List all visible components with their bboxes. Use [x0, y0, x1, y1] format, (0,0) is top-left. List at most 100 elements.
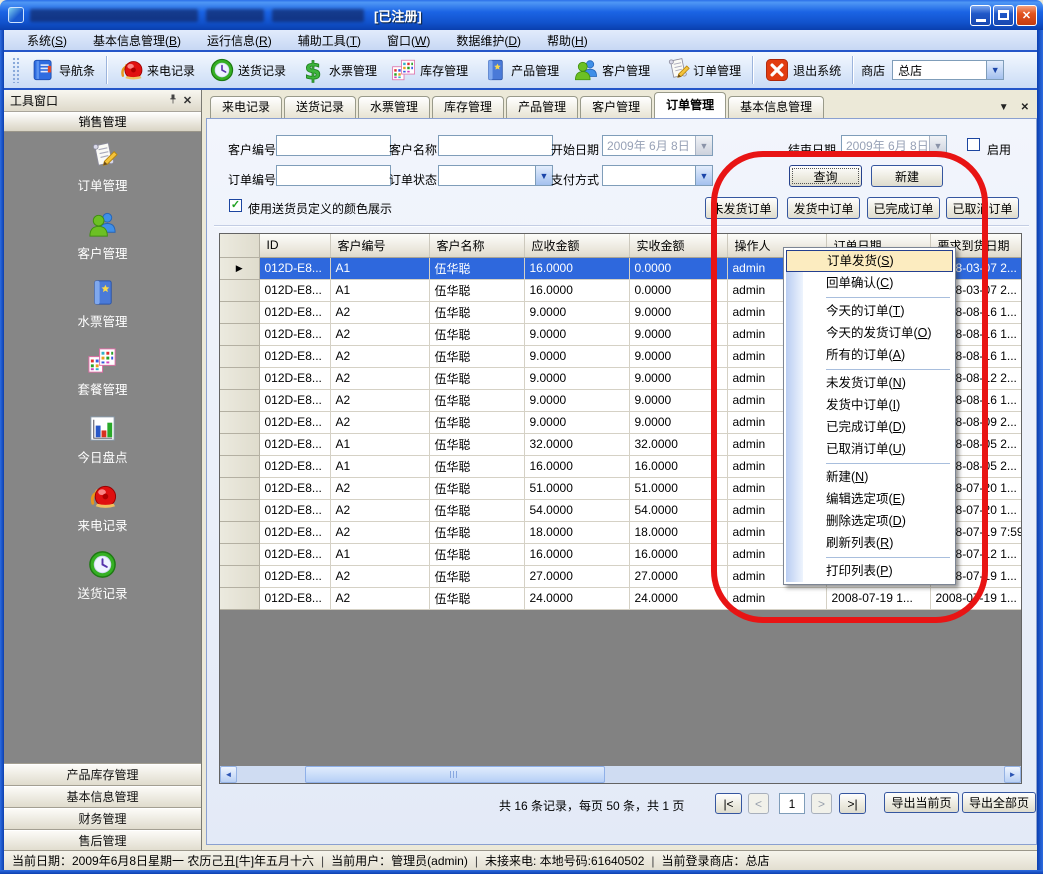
enable-date-checkbox[interactable]	[967, 138, 980, 151]
tab-7[interactable]: 订单管理	[654, 92, 726, 118]
column-header[interactable]: 客户编号	[330, 234, 429, 257]
minimize-button[interactable]	[970, 5, 991, 26]
context-menu-item[interactable]: 今天的订单(T)	[786, 300, 953, 322]
context-menu-item[interactable]: 刷新列表(R)	[786, 532, 953, 554]
sidebar-section-bar[interactable]: 财务管理	[4, 808, 201, 830]
row-selector[interactable]: ▶	[220, 257, 259, 279]
scroll-right-icon[interactable]: ►	[1004, 766, 1021, 783]
row-selector[interactable]	[220, 587, 259, 609]
maximize-button[interactable]	[993, 5, 1014, 26]
pin-icon[interactable]	[165, 93, 180, 108]
toolbar-button-bell[interactable]: 来电记录	[111, 55, 202, 85]
row-selector[interactable]	[220, 521, 259, 543]
status-filter-button[interactable]: 未发货订单	[705, 197, 778, 219]
menubar-item[interactable]: 数据维护(D)	[443, 32, 534, 49]
sidebar-item[interactable]: 客户管理	[77, 209, 127, 262]
toolbar-button-people[interactable]: 客户管理	[566, 55, 657, 85]
export-current-page-button[interactable]: 导出当前页	[884, 792, 959, 813]
row-selector[interactable]	[220, 323, 259, 345]
sidebar-section-sales[interactable]: 销售管理	[4, 112, 201, 132]
tab-6[interactable]: 客户管理	[580, 96, 652, 118]
chevron-down-icon[interactable]: ▼	[695, 166, 712, 185]
context-menu-item[interactable]: 发货中订单(I)	[786, 394, 953, 416]
close-button[interactable]: ✕	[1016, 5, 1037, 26]
column-header[interactable]: 实收金额	[629, 234, 727, 257]
toolbar-button-book[interactable]: 产品管理	[475, 55, 566, 85]
row-selector[interactable]	[220, 477, 259, 499]
toolbar-button-exit[interactable]: 退出系统	[757, 55, 848, 85]
context-menu-item[interactable]: 今天的发货订单(O)	[786, 322, 953, 344]
tab-1[interactable]: 来电记录	[210, 96, 282, 118]
column-header[interactable]: 应收金额	[524, 234, 629, 257]
last-page-button[interactable]: >|	[839, 793, 866, 814]
scrollbar-thumb[interactable]	[305, 766, 605, 783]
customer-name-input[interactable]	[438, 135, 553, 156]
context-menu-item[interactable]: 回单确认(C)	[786, 272, 953, 294]
prev-page-button[interactable]: <	[748, 793, 769, 814]
row-selector[interactable]	[220, 301, 259, 323]
status-filter-button[interactable]: 已取消订单	[946, 197, 1019, 219]
context-menu-item[interactable]: 未发货订单(N)	[786, 372, 953, 394]
row-selector[interactable]	[220, 345, 259, 367]
chevron-down-icon[interactable]: ▼	[986, 61, 1003, 79]
tab-list-chevron-icon[interactable]: ▼	[999, 102, 1009, 113]
scroll-left-icon[interactable]: ◄	[220, 766, 237, 783]
customer-no-input[interactable]	[276, 135, 391, 156]
row-selector[interactable]	[220, 411, 259, 433]
column-header[interactable]: 客户名称	[429, 234, 524, 257]
tab-3[interactable]: 水票管理	[358, 96, 430, 118]
courier-color-checkbox[interactable]: ✓	[229, 199, 242, 212]
context-menu-item[interactable]: 订单发货(S)	[786, 250, 953, 272]
horizontal-scrollbar[interactable]: ◄ ►	[220, 766, 1021, 783]
menubar-item[interactable]: 帮助(H)	[534, 32, 601, 49]
close-icon[interactable]: ✕	[180, 94, 195, 107]
row-selector[interactable]	[220, 279, 259, 301]
sidebar-item[interactable]: 水票管理	[77, 277, 127, 330]
chevron-down-icon[interactable]: ▼	[535, 166, 552, 185]
sidebar-item[interactable]: 来电记录	[77, 481, 127, 534]
next-page-button[interactable]: >	[811, 793, 832, 814]
sidebar-section-bar[interactable]: 产品库存管理	[4, 764, 201, 786]
tab-4[interactable]: 库存管理	[432, 96, 504, 118]
page-number-input[interactable]	[779, 793, 805, 814]
toolbar-button-grid[interactable]: 库存管理	[384, 55, 475, 85]
sidebar-section-bar[interactable]: 售后管理	[4, 830, 201, 852]
sidebar-item[interactable]: 套餐管理	[77, 345, 127, 398]
toolbar-button-dollar[interactable]: 水票管理	[293, 55, 384, 85]
export-all-pages-button[interactable]: 导出全部页	[962, 792, 1036, 813]
sidebar-item[interactable]: 订单管理	[77, 141, 127, 194]
context-menu-item[interactable]: 打印列表(P)	[786, 560, 953, 582]
sidebar-item[interactable]: 今日盘点	[77, 413, 127, 466]
first-page-button[interactable]: |<	[715, 793, 742, 814]
shop-select[interactable]: 总店 ▼	[892, 60, 1004, 80]
context-menu-item[interactable]: 删除选定项(D)	[786, 510, 953, 532]
table-row[interactable]: 012D-E8...A2伍华聪24.000024.0000admin2008-0…	[220, 587, 1022, 609]
row-selector[interactable]	[220, 433, 259, 455]
menubar-item[interactable]: 基本信息管理(B)	[80, 32, 194, 49]
order-status-select[interactable]: ▼	[438, 165, 553, 186]
status-filter-button[interactable]: 已完成订单	[867, 197, 940, 219]
chevron-down-icon[interactable]: ▼	[929, 136, 946, 155]
sidebar-section-bar[interactable]: 基本信息管理	[4, 786, 201, 808]
row-selector[interactable]	[220, 367, 259, 389]
context-menu-item[interactable]: 已完成订单(D)	[786, 416, 953, 438]
status-filter-button[interactable]: 发货中订单	[787, 197, 860, 219]
context-menu-item[interactable]: 编辑选定项(E)	[786, 488, 953, 510]
context-menu-item[interactable]: 已取消订单(U)	[786, 438, 953, 460]
pay-method-select[interactable]: ▼	[602, 165, 713, 186]
row-selector[interactable]	[220, 389, 259, 411]
column-header[interactable]: ID	[259, 234, 330, 257]
query-button[interactable]: 查询	[789, 165, 862, 187]
end-date-picker[interactable]: 2009年 6月 8日 ▼	[841, 135, 947, 156]
menubar-item[interactable]: 运行信息(R)	[194, 32, 285, 49]
toolbar-grip[interactable]	[12, 57, 19, 83]
tab-close-icon[interactable]: ✕	[1021, 102, 1029, 113]
toolbar-button-clock[interactable]: 送货记录	[202, 55, 293, 85]
row-selector[interactable]	[220, 455, 259, 477]
context-menu-item[interactable]: 新建(N)	[786, 466, 953, 488]
menubar-item[interactable]: 窗口(W)	[374, 32, 443, 49]
menubar-item[interactable]: 系统(S)	[14, 32, 80, 49]
chevron-down-icon[interactable]: ▼	[695, 136, 712, 155]
toolbar-button-scroll[interactable]: 订单管理	[657, 55, 748, 85]
row-selector[interactable]	[220, 565, 259, 587]
